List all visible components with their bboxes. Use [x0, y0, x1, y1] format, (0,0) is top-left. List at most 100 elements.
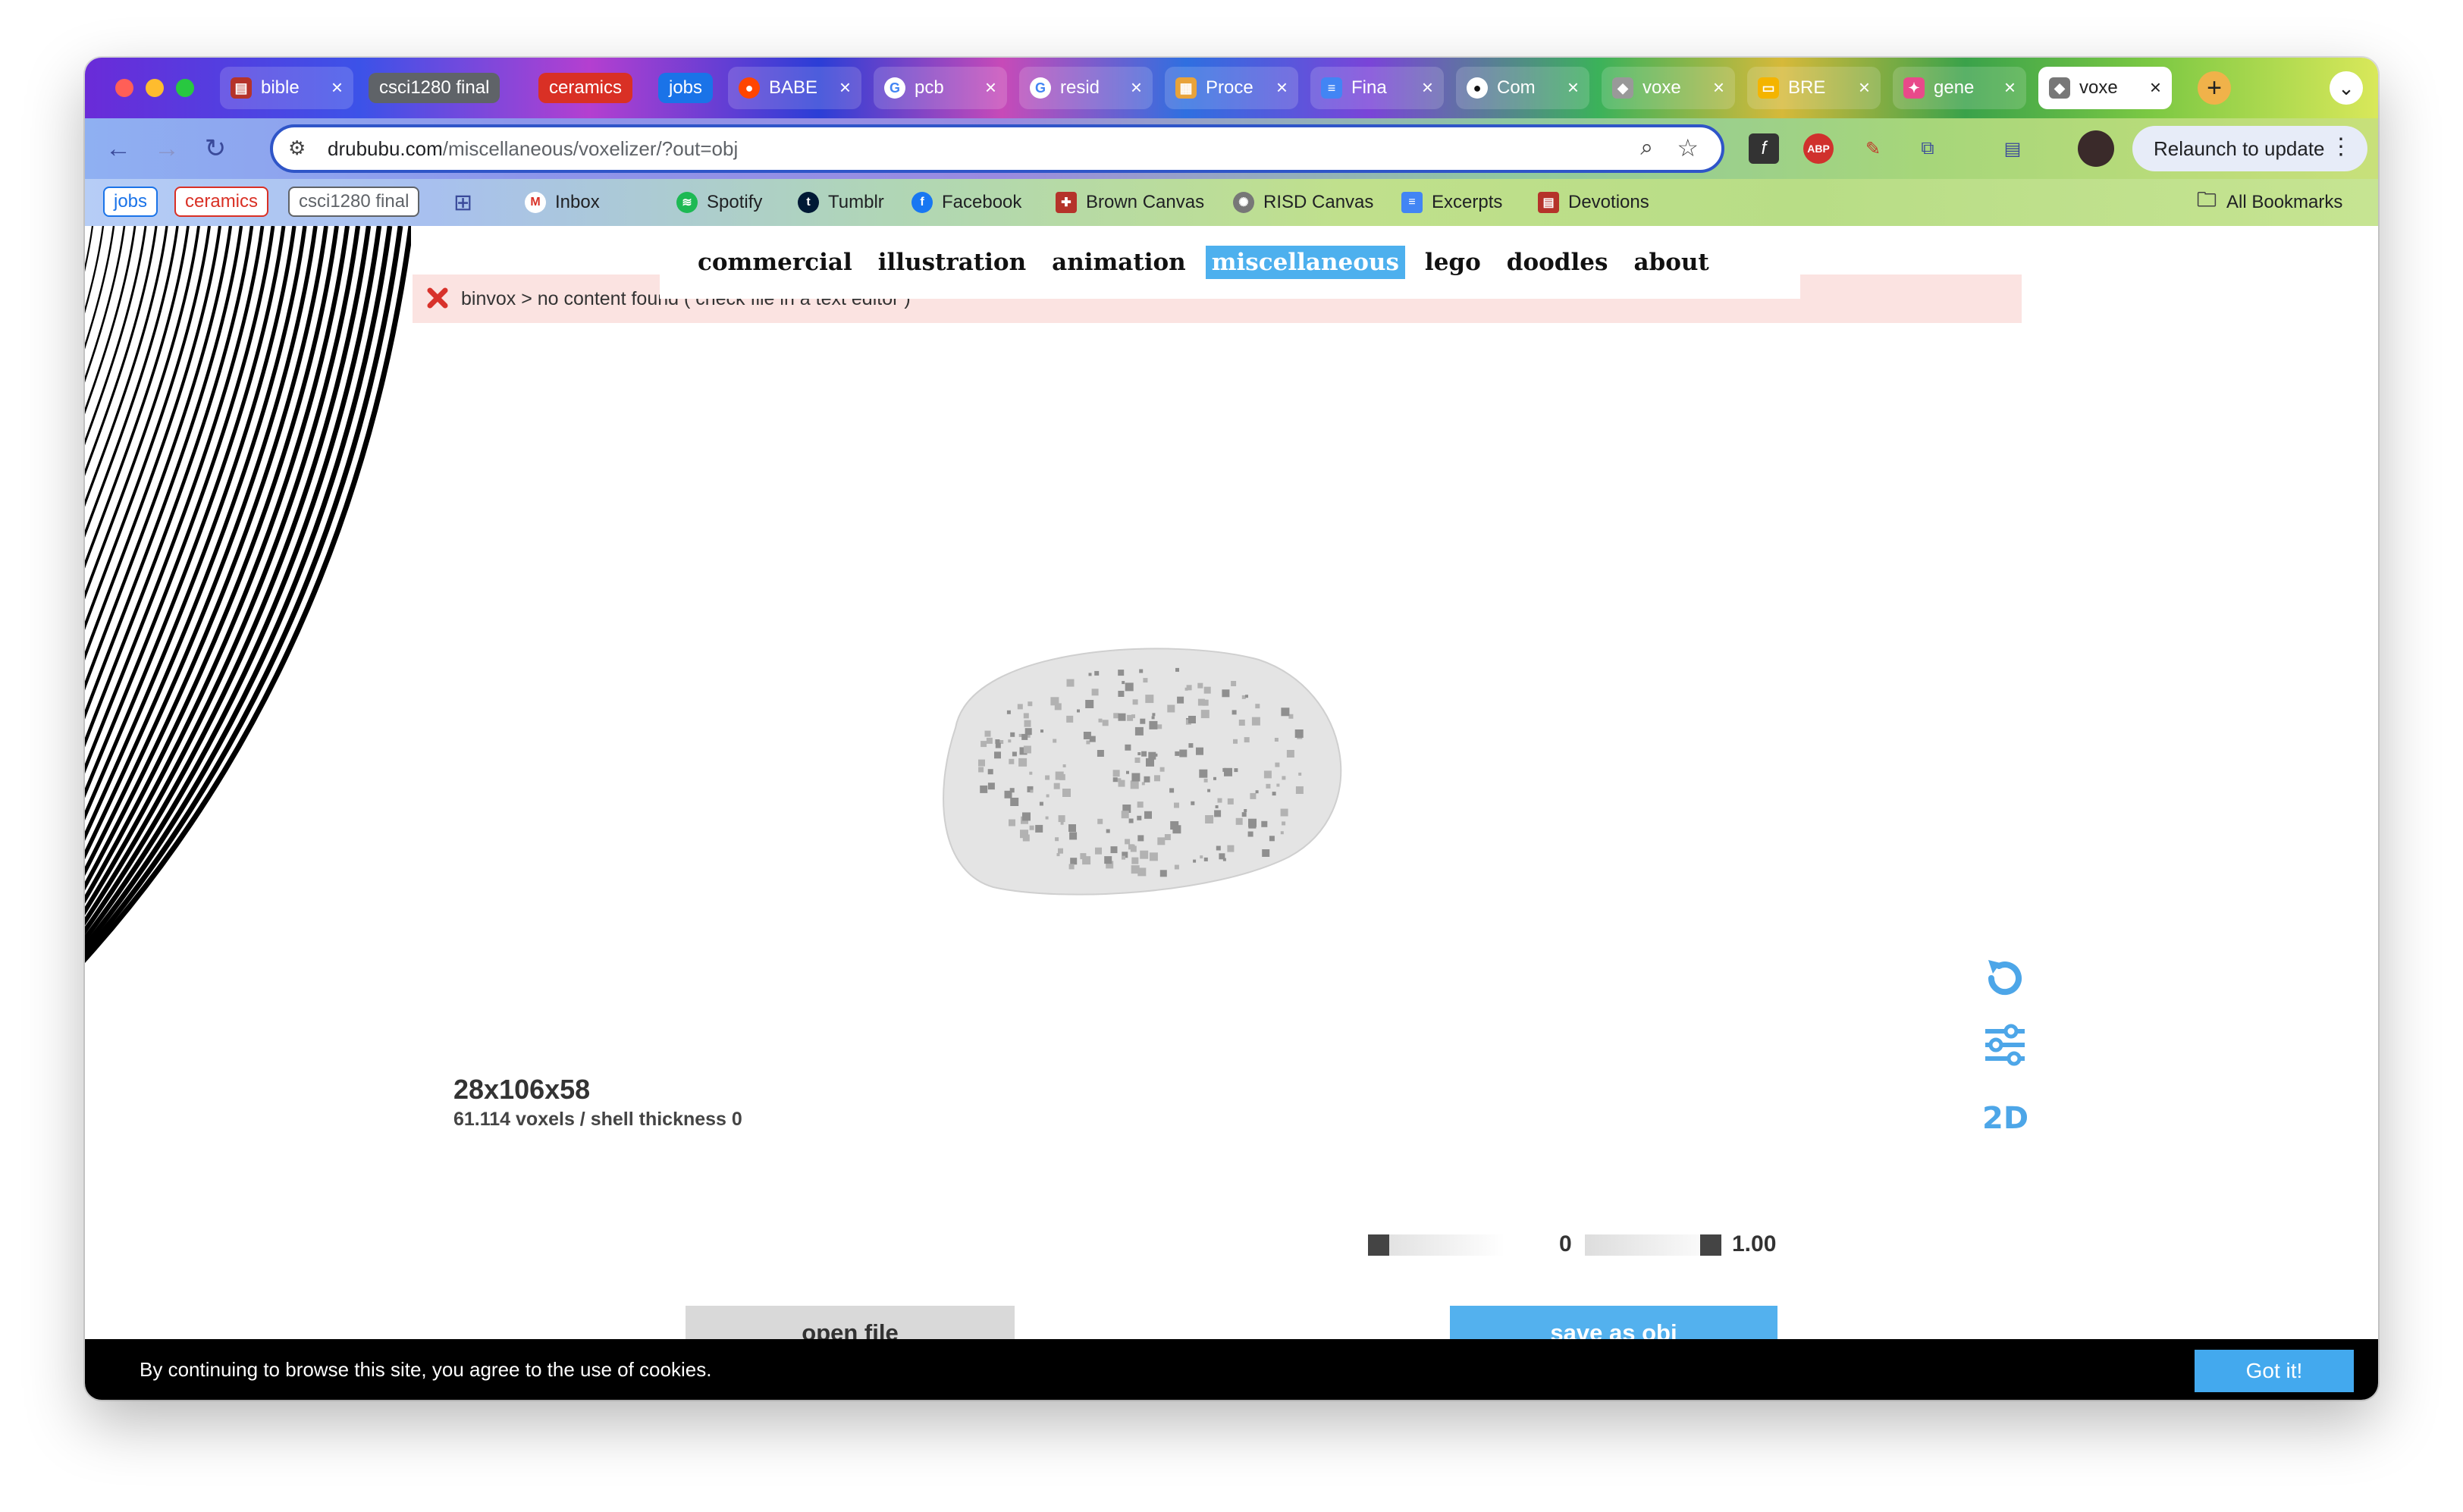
chevron-down-icon: ⌄	[2338, 76, 2355, 99]
tab-voxe-active[interactable]: ◆ voxe ×	[2038, 67, 2172, 109]
tab-voxe[interactable]: ◆ voxe ×	[1602, 67, 1735, 109]
tab-fina[interactable]: ≡ Fina ×	[1310, 67, 1444, 109]
bookmark-label: Brown Canvas	[1086, 192, 1205, 212]
nav-about[interactable]: about	[1627, 246, 1715, 279]
rotate-icon[interactable]	[1981, 954, 2029, 1002]
close-icon[interactable]: ×	[1567, 76, 1579, 99]
tab-resid[interactable]: G resid ×	[1019, 67, 1153, 109]
bookmark-label: Inbox	[555, 192, 600, 212]
extensions-puzzle-icon[interactable]: ⧉	[1912, 133, 1943, 164]
nav-lego[interactable]: lego	[1419, 246, 1487, 279]
tab-label: pcb	[915, 77, 944, 98]
tab-bre[interactable]: ▭ BRE ×	[1747, 67, 1881, 109]
close-icon[interactable]: ×	[985, 76, 996, 99]
reading-list-icon[interactable]: ▤	[1997, 133, 2028, 164]
tab-pcb[interactable]: G pcb ×	[874, 67, 1007, 109]
close-icon[interactable]: ×	[331, 76, 343, 99]
voxel-model-viewport[interactable]	[925, 614, 1365, 918]
voxel-cube	[1018, 733, 1022, 737]
nav-animation[interactable]: animation	[1046, 246, 1192, 279]
zoom-window-button[interactable]	[176, 79, 194, 97]
close-window-button[interactable]	[115, 79, 133, 97]
tab-group-jobs[interactable]: jobs	[658, 73, 714, 103]
2d-icon[interactable]: 2D	[1981, 1090, 2029, 1139]
nav-commercial[interactable]: commercial	[692, 246, 858, 279]
2d-label: 2D	[1982, 1101, 2028, 1136]
voxel-cube	[1009, 758, 1015, 764]
minimize-window-button[interactable]	[146, 79, 164, 97]
cookie-accept-button[interactable]: Got it!	[2195, 1350, 2354, 1392]
voxel-cube	[1255, 704, 1260, 709]
more-menu-icon[interactable]: ⋮	[2330, 133, 2352, 160]
bookmark-risd-canvas[interactable]: ✺ RISD Canvas	[1233, 188, 1373, 217]
voxel-cube	[1170, 821, 1179, 830]
voxel-cube	[1157, 837, 1166, 845]
nav-miscellaneous[interactable]: miscellaneous	[1205, 246, 1405, 279]
bookmark-facebook[interactable]: f Facebook	[911, 188, 1021, 217]
adblock-extension-icon[interactable]: ABP	[1803, 133, 1834, 164]
cookie-banner: By continuing to browse this site, you a…	[85, 1339, 2378, 1400]
tab-label: Fina	[1351, 77, 1387, 98]
eyedropper-extension-icon[interactable]: ✎	[1858, 133, 1888, 164]
bookmark-group-ceramics[interactable]: ceramics	[174, 187, 269, 217]
fontsninja-extension-icon[interactable]: f	[1749, 133, 1779, 164]
close-icon[interactable]: ×	[1859, 76, 1870, 99]
voxel-cube	[1095, 847, 1102, 855]
bookmark-inbox[interactable]: M Inbox	[525, 188, 600, 217]
tab-group-ceramics[interactable]: ceramics	[538, 73, 633, 103]
apps-grid-icon[interactable]: ⊞	[453, 188, 472, 217]
tumblr-icon: t	[798, 192, 819, 213]
close-icon[interactable]: ×	[1276, 76, 1288, 99]
voxel-cube	[1266, 783, 1271, 789]
docs-icon: ≡	[1321, 77, 1342, 99]
address-bar[interactable]: ⚙ drububu.com/miscellaneous/voxelizer/?o…	[270, 124, 1724, 173]
nav-illustration[interactable]: illustration	[872, 246, 1032, 279]
tab-group-csci1280[interactable]: csci1280 final	[369, 73, 500, 103]
url-text: drububu.com/miscellaneous/voxelizer/?out…	[328, 137, 738, 161]
new-tab-button[interactable]: +	[2198, 71, 2231, 105]
bookmark-spotify[interactable]: ≋ Spotify	[676, 188, 762, 217]
voxel-cube	[1066, 679, 1075, 687]
close-icon[interactable]: ×	[1713, 76, 1724, 99]
tab-babe[interactable]: ● BABE ×	[728, 67, 861, 109]
slider-min[interactable]	[1368, 1234, 1504, 1256]
bookmark-group-csci1280[interactable]: csci1280 final	[288, 187, 420, 217]
forward-button[interactable]: →	[152, 133, 182, 164]
site-settings-icon[interactable]: ⚙	[288, 136, 306, 160]
close-icon[interactable]: ×	[2150, 76, 2161, 99]
book-icon: ▤	[231, 77, 252, 99]
bookmark-tumblr[interactable]: t Tumblr	[798, 188, 884, 217]
slider-max[interactable]	[1585, 1234, 1721, 1256]
bookmark-devotions[interactable]: ▤ Devotions	[1538, 188, 1649, 217]
all-bookmarks[interactable]: 🗀 All Bookmarks	[2196, 188, 2342, 217]
voxel-cube	[987, 769, 993, 775]
close-icon[interactable]: ×	[1422, 76, 1433, 99]
voxel-cube	[1241, 812, 1247, 817]
bookmark-brown-canvas[interactable]: ✚ Brown Canvas	[1056, 188, 1204, 217]
zoom-icon[interactable]: ⌕	[1640, 135, 1653, 161]
slider-max-handle[interactable]	[1700, 1234, 1721, 1256]
bookmark-star-icon[interactable]: ☆	[1677, 133, 1699, 162]
close-icon[interactable]: ×	[839, 76, 851, 99]
reload-button[interactable]: ↻	[200, 133, 231, 164]
sliders-icon[interactable]	[1981, 1021, 2029, 1069]
bookmark-excerpts[interactable]: ≡ Excerpts	[1401, 188, 1502, 217]
close-icon[interactable]: ×	[1131, 76, 1142, 99]
close-icon[interactable]: ×	[2004, 76, 2016, 99]
voxel-cube	[1131, 714, 1135, 719]
tab-search-button[interactable]: ⌄	[2330, 71, 2363, 105]
voxel-cube	[1113, 713, 1119, 719]
relaunch-button[interactable]: Relaunch to update ⋮	[2132, 126, 2367, 171]
tab-com[interactable]: ● Com ×	[1456, 67, 1589, 109]
back-button[interactable]: ←	[103, 133, 133, 164]
voxel-cube	[1199, 769, 1208, 778]
nav-doodles[interactable]: doodles	[1501, 246, 1614, 279]
tab-bible[interactable]: ▤ bible ×	[220, 67, 353, 109]
voxel-cube	[1191, 801, 1195, 805]
bookmark-group-jobs[interactable]: jobs	[103, 187, 158, 217]
tab-proce[interactable]: ▦ Proce ×	[1165, 67, 1298, 109]
slider-min-handle[interactable]	[1368, 1234, 1389, 1256]
tab-gene[interactable]: ✦ gene ×	[1893, 67, 2026, 109]
url-host: drububu.com	[328, 136, 443, 160]
profile-avatar[interactable]	[2078, 130, 2114, 167]
